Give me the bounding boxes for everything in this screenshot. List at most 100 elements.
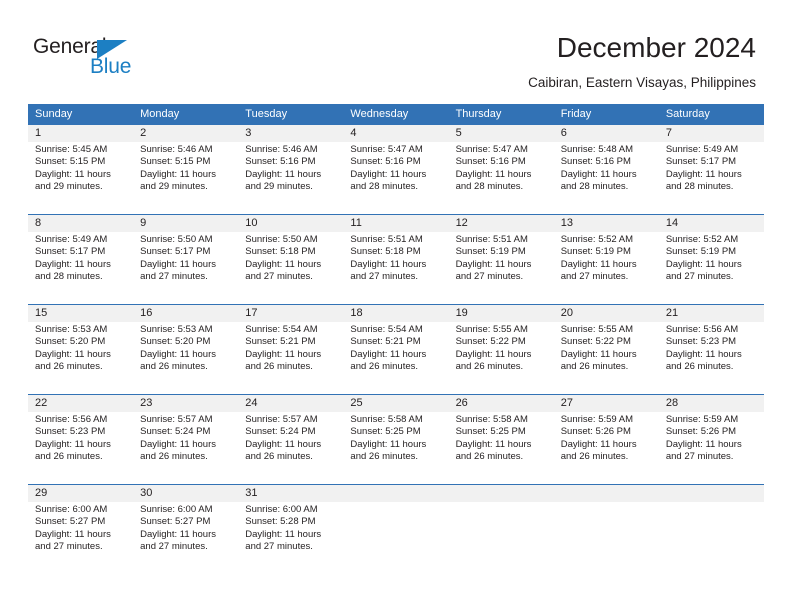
daylight-text-line1: Daylight: 11 hours xyxy=(455,168,532,180)
day-number: 23 xyxy=(140,397,153,409)
weekday-header-wednesday: Wednesday xyxy=(350,108,409,120)
day-number: 13 xyxy=(560,217,573,229)
daylight-text-line2: and 26 minutes. xyxy=(35,361,103,373)
sunset-text: Sunset: 5:19 PM xyxy=(455,246,526,258)
day-cell[interactable]: 26 Sunrise: 5:58 AM Sunset: 5:25 PM Dayl… xyxy=(449,395,554,464)
day-cell[interactable]: 16 Sunrise: 5:53 AM Sunset: 5:20 PM Dayl… xyxy=(133,305,238,374)
day-number: 20 xyxy=(560,307,573,319)
daylight-text-line2: and 26 minutes. xyxy=(560,451,629,463)
day-cell[interactable]: 20 Sunrise: 5:55 AM Sunset: 5:22 PM Dayl… xyxy=(554,305,659,374)
day-cell[interactable]: 17 Sunrise: 5:54 AM Sunset: 5:21 PM Dayl… xyxy=(238,305,343,374)
daylight-text-line1: Daylight: 11 hours xyxy=(140,438,217,450)
daylight-text-line2: and 27 minutes. xyxy=(245,271,313,283)
sunrise-text: Sunrise: 5:51 AM xyxy=(455,234,528,245)
daylight-text-line1: Daylight: 11 hours xyxy=(245,168,322,180)
sunrise-text: Sunrise: 5:56 AM xyxy=(35,414,108,425)
sunrise-text: Sunrise: 6:00 AM xyxy=(245,504,318,515)
day-cell[interactable]: 30 Sunrise: 6:00 AM Sunset: 5:27 PM Dayl… xyxy=(133,485,238,554)
sunset-text: Sunset: 5:17 PM xyxy=(35,246,106,258)
daylight-text-line2: and 27 minutes. xyxy=(455,271,524,283)
day-number: 15 xyxy=(35,307,48,319)
day-number: 7 xyxy=(665,127,672,139)
sunrise-text: Sunrise: 6:00 AM xyxy=(35,504,108,515)
day-cell[interactable]: 2 Sunrise: 5:46 AM Sunset: 5:15 PM Dayli… xyxy=(133,125,238,194)
calendar-week-row: 29 Sunrise: 6:00 AM Sunset: 5:27 PM Dayl… xyxy=(28,484,764,574)
general-blue-logo[interactable]: General Blue xyxy=(33,35,153,81)
calendar-week-row: 22 Sunrise: 5:56 AM Sunset: 5:23 PM Dayl… xyxy=(28,394,764,484)
sunset-text: Sunset: 5:26 PM xyxy=(560,426,631,438)
sunset-text: Sunset: 5:28 PM xyxy=(245,516,316,528)
calendar-week-row: 1 Sunrise: 5:45 AM Sunset: 5:15 PM Dayli… xyxy=(28,124,764,214)
day-cell[interactable]: 25 Sunrise: 5:58 AM Sunset: 5:25 PM Dayl… xyxy=(343,395,448,464)
day-cell[interactable]: 11 Sunrise: 5:51 AM Sunset: 5:18 PM Dayl… xyxy=(343,215,448,284)
day-cell[interactable]: 4 Sunrise: 5:47 AM Sunset: 5:16 PM Dayli… xyxy=(343,125,448,194)
daylight-text-line1: Daylight: 11 hours xyxy=(245,348,322,360)
daylight-text-line2: and 26 minutes. xyxy=(455,451,524,463)
sunrise-text: Sunrise: 5:55 AM xyxy=(560,324,634,335)
day-cell[interactable]: 10 Sunrise: 5:50 AM Sunset: 5:18 PM Dayl… xyxy=(238,215,343,284)
page-subtitle-location: Caibiran, Eastern Visayas, Philippines xyxy=(528,75,756,90)
day-cell[interactable]: 18 Sunrise: 5:54 AM Sunset: 5:21 PM Dayl… xyxy=(343,305,448,374)
day-cell[interactable]: 31 Sunrise: 6:00 AM Sunset: 5:28 PM Dayl… xyxy=(238,485,343,554)
sunset-text: Sunset: 5:24 PM xyxy=(140,426,211,438)
day-cell[interactable]: 15 Sunrise: 5:53 AM Sunset: 5:20 PM Dayl… xyxy=(28,305,133,374)
day-cell[interactable]: 12 Sunrise: 5:51 AM Sunset: 5:19 PM Dayl… xyxy=(449,215,554,284)
sunrise-text: Sunrise: 5:52 AM xyxy=(665,234,739,245)
sunrise-text: Sunrise: 5:53 AM xyxy=(140,324,213,335)
sunrise-text: Sunrise: 5:59 AM xyxy=(665,414,739,425)
day-cell[interactable]: 24 Sunrise: 5:57 AM Sunset: 5:24 PM Dayl… xyxy=(238,395,343,464)
sunrise-text: Sunrise: 5:57 AM xyxy=(245,414,318,425)
day-number: 12 xyxy=(455,217,468,229)
sunset-text: Sunset: 5:21 PM xyxy=(350,336,421,348)
daylight-text-line2: and 26 minutes. xyxy=(350,451,419,463)
daylight-text-line1: Daylight: 11 hours xyxy=(140,258,217,270)
daylight-text-line2: and 26 minutes. xyxy=(455,361,524,373)
day-number: 1 xyxy=(35,127,42,139)
daylight-text-line2: and 27 minutes. xyxy=(140,541,208,553)
day-cell[interactable]: 6 Sunrise: 5:48 AM Sunset: 5:16 PM Dayli… xyxy=(554,125,659,194)
day-number: 16 xyxy=(140,307,153,319)
day-number: 21 xyxy=(665,307,679,319)
day-number: 5 xyxy=(455,127,462,139)
daylight-text-line1: Daylight: 11 hours xyxy=(35,168,111,180)
daylight-text-line1: Daylight: 11 hours xyxy=(35,258,111,270)
day-cell[interactable]: 22 Sunrise: 5:56 AM Sunset: 5:23 PM Dayl… xyxy=(28,395,133,464)
day-number: 29 xyxy=(35,487,48,499)
daylight-text-line2: and 26 minutes. xyxy=(245,451,313,463)
daylight-text-line1: Daylight: 11 hours xyxy=(350,168,427,180)
daylight-text-line2: and 27 minutes. xyxy=(560,271,629,283)
daylight-text-line1: Daylight: 11 hours xyxy=(455,438,532,450)
day-cell[interactable]: 9 Sunrise: 5:50 AM Sunset: 5:17 PM Dayli… xyxy=(133,215,238,284)
daylight-text-line2: and 27 minutes. xyxy=(245,541,313,553)
daylight-text-line1: Daylight: 11 hours xyxy=(140,348,217,360)
page-header: General Blue December 2024 Caibiran, Eas… xyxy=(0,0,792,104)
day-cell[interactable]: 13 Sunrise: 5:52 AM Sunset: 5:19 PM Dayl… xyxy=(554,215,659,284)
day-cell[interactable]: 27 Sunrise: 5:59 AM Sunset: 5:26 PM Dayl… xyxy=(554,395,659,464)
day-number: 6 xyxy=(560,127,567,139)
sunset-text: Sunset: 5:16 PM xyxy=(245,156,316,168)
sunrise-text: Sunrise: 5:56 AM xyxy=(665,324,739,335)
day-cell[interactable]: 21 Sunrise: 5:56 AM Sunset: 5:23 PM Dayl… xyxy=(659,305,764,374)
sunset-text: Sunset: 5:21 PM xyxy=(245,336,316,348)
day-cell[interactable]: 7 Sunrise: 5:49 AM Sunset: 5:17 PM Dayli… xyxy=(659,125,764,194)
day-cell[interactable]: 3 Sunrise: 5:46 AM Sunset: 5:16 PM Dayli… xyxy=(238,125,343,194)
day-cell[interactable]: 5 Sunrise: 5:47 AM Sunset: 5:16 PM Dayli… xyxy=(449,125,554,194)
day-cell[interactable]: 23 Sunrise: 5:57 AM Sunset: 5:24 PM Dayl… xyxy=(133,395,238,464)
sunrise-text: Sunrise: 5:51 AM xyxy=(350,234,423,245)
sunrise-text: Sunrise: 5:58 AM xyxy=(350,414,423,425)
day-cell[interactable]: 8 Sunrise: 5:49 AM Sunset: 5:17 PM Dayli… xyxy=(28,215,133,284)
day-cell[interactable]: 1 Sunrise: 5:45 AM Sunset: 5:15 PM Dayli… xyxy=(28,125,133,194)
daylight-text-line1: Daylight: 11 hours xyxy=(455,348,532,360)
day-cell[interactable]: 19 Sunrise: 5:55 AM Sunset: 5:22 PM Dayl… xyxy=(449,305,554,374)
daylight-text-line1: Daylight: 11 hours xyxy=(665,438,742,450)
sunrise-text: Sunrise: 5:58 AM xyxy=(455,414,528,425)
weekday-header-sunday: Sunday xyxy=(35,108,73,120)
weekday-header-thursday: Thursday xyxy=(455,108,502,120)
day-cell[interactable]: 14 Sunrise: 5:52 AM Sunset: 5:19 PM Dayl… xyxy=(659,215,764,284)
sunset-text: Sunset: 5:16 PM xyxy=(560,156,631,168)
daylight-text-line2: and 27 minutes. xyxy=(35,541,103,553)
day-number: 28 xyxy=(665,397,679,409)
sunrise-text: Sunrise: 5:47 AM xyxy=(455,144,528,155)
day-cell[interactable]: 29 Sunrise: 6:00 AM Sunset: 5:27 PM Dayl… xyxy=(28,485,133,554)
day-cell[interactable]: 28 Sunrise: 5:59 AM Sunset: 5:26 PM Dayl… xyxy=(659,395,764,464)
